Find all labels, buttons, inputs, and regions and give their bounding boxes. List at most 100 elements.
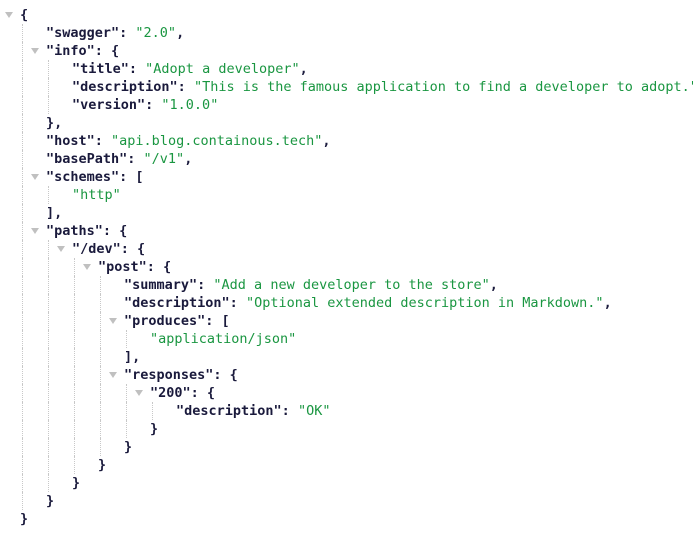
indent-guide: [74, 420, 75, 438]
indent-guide: [74, 366, 75, 384]
indent-guide: [22, 132, 23, 150]
json-line: "http": [0, 186, 693, 204]
indent-guide: [74, 438, 75, 456]
json-line-text: }: [46, 492, 54, 510]
indent-guide: [48, 258, 49, 276]
indent-guide: [100, 294, 101, 312]
json-punctuation: }: [150, 421, 159, 437]
json-string-value: "1.0.0": [161, 97, 219, 113]
indent-guide: [22, 78, 23, 96]
indent-guide: [22, 150, 23, 168]
indent-guide: [48, 240, 49, 258]
json-line-text: "description": "Optional extended descri…: [124, 294, 612, 312]
json-punctuation: :: [145, 97, 162, 113]
indent-guide: [22, 168, 23, 186]
indent-guide: [22, 420, 23, 438]
indent-guide: [22, 258, 23, 276]
indent-guide: [22, 276, 23, 294]
indent-guide: [100, 438, 101, 456]
indent-guide: [22, 456, 23, 474]
indent-guide: [100, 330, 101, 348]
indent-guide: [22, 348, 23, 366]
indent-guide: [22, 186, 23, 204]
json-string-value: "OK": [297, 403, 331, 419]
json-punctuation: ],: [124, 349, 141, 365]
json-line-text: "http": [72, 186, 121, 204]
indent-guide: [22, 474, 23, 492]
json-line-text: "description": "OK": [176, 402, 330, 420]
json-key: "description": [176, 403, 282, 419]
json-line-text: "title": "Adopt a developer",: [72, 60, 308, 78]
indent-guide: [48, 402, 49, 420]
json-punctuation: : {: [190, 385, 216, 401]
json-key: "/dev": [72, 241, 121, 257]
indent-guide: [22, 114, 23, 132]
json-key: "version": [72, 97, 146, 113]
json-string-value: "2.0": [135, 25, 177, 41]
json-punctuation: }: [124, 439, 133, 455]
indent-guide: [48, 312, 49, 330]
json-line: }: [0, 510, 693, 528]
json-line-text: "info": {: [46, 42, 119, 60]
collapse-triangle-icon[interactable]: [31, 228, 39, 234]
indent-guide: [22, 384, 23, 402]
json-line: "application/json": [0, 330, 693, 348]
json-punctuation: ,: [299, 61, 308, 77]
indent-guide: [22, 24, 23, 42]
indent-guide: [22, 330, 23, 348]
indent-guide: [48, 384, 49, 402]
json-line-text: "/dev": {: [72, 240, 145, 258]
collapse-triangle-icon[interactable]: [109, 372, 117, 378]
json-key: "summary": [124, 277, 198, 293]
indent-guide: [100, 402, 101, 420]
indent-guide: [48, 186, 49, 204]
json-line: ],: [0, 348, 693, 366]
indent-guide: [74, 456, 75, 474]
json-line-text: {: [20, 6, 28, 24]
indent-guide: [74, 402, 75, 420]
indent-guide: [74, 384, 75, 402]
json-line-text: "responses": {: [124, 366, 238, 384]
indent-guide: [48, 438, 49, 456]
json-line-text: "basePath": "/v1",: [46, 150, 192, 168]
collapse-triangle-icon[interactable]: [109, 318, 117, 324]
collapse-triangle-icon[interactable]: [57, 246, 65, 252]
indent-guide: [48, 456, 49, 474]
collapse-triangle-icon[interactable]: [135, 390, 143, 396]
indent-guide: [22, 240, 23, 258]
json-key: "info": [46, 43, 95, 59]
json-line-text: }: [20, 510, 28, 528]
collapse-triangle-icon[interactable]: [83, 264, 91, 270]
collapse-triangle-icon[interactable]: [5, 12, 13, 18]
json-line: }: [0, 438, 693, 456]
indent-guide: [48, 276, 49, 294]
json-punctuation: : {: [102, 223, 128, 239]
json-punctuation: :: [127, 151, 144, 167]
json-line-text: "version": "1.0.0": [72, 96, 218, 114]
json-punctuation: :: [177, 79, 194, 95]
indent-guide: [22, 402, 23, 420]
json-line: {: [0, 6, 693, 24]
indent-guide: [22, 312, 23, 330]
indent-guide: [100, 366, 101, 384]
json-string-value: "api.blog.containous.tech": [111, 133, 323, 149]
json-key: "produces": [124, 313, 206, 329]
indent-guide: [126, 330, 127, 348]
json-punctuation: }: [46, 493, 55, 509]
json-line: "/dev": {: [0, 240, 693, 258]
json-key: "title": [72, 61, 129, 77]
json-tree-viewer[interactable]: {"swagger": "2.0", "info": {"title": "Ado…: [0, 6, 693, 541]
indent-guide: [48, 78, 49, 96]
json-line-text: "application/json": [150, 330, 296, 348]
indent-guide: [74, 330, 75, 348]
json-key: "post": [98, 259, 147, 275]
indent-guide: [22, 42, 23, 60]
json-string-value: "/v1": [143, 151, 185, 167]
indent-guide: [48, 60, 49, 78]
collapse-triangle-icon[interactable]: [31, 174, 39, 180]
json-line: ],: [0, 204, 693, 222]
json-string-value: "Optional extended description in Markdo…: [245, 295, 604, 311]
json-line-text: }: [72, 474, 80, 492]
collapse-triangle-icon[interactable]: [31, 48, 39, 54]
json-punctuation: : {: [94, 43, 120, 59]
